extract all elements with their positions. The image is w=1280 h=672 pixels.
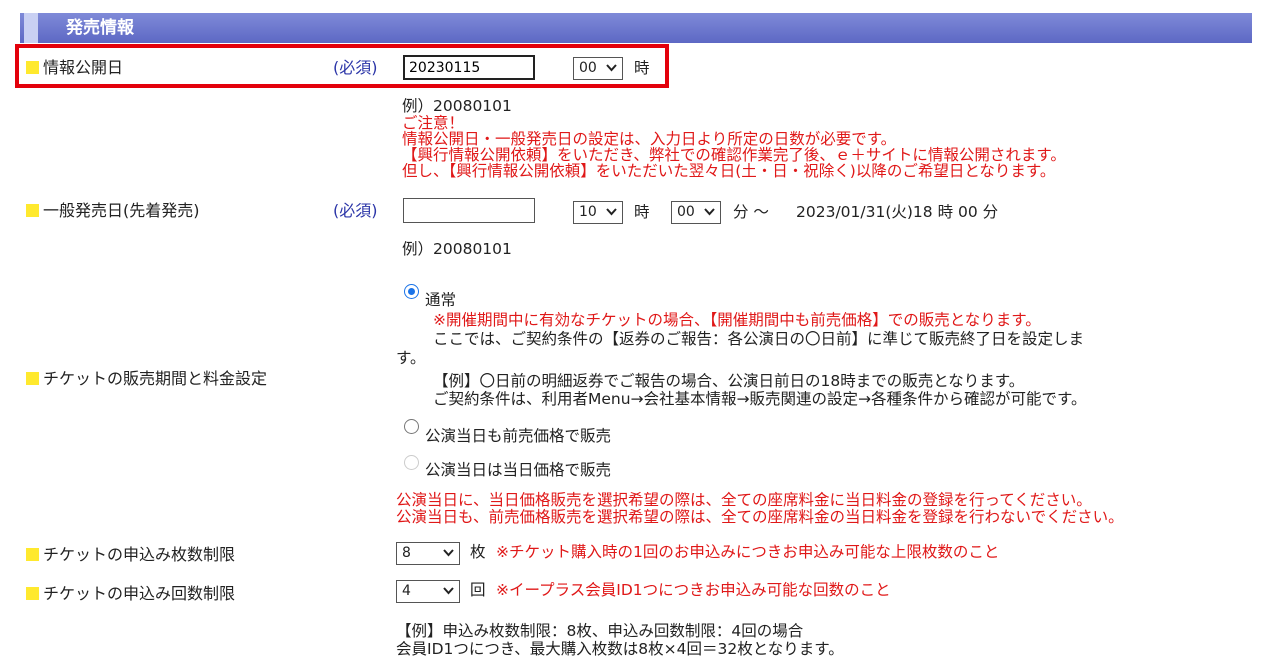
ticket-period-label: チケットの販売期間と料金設定 <box>26 369 267 389</box>
general-sale-required: (必須) <box>333 201 378 221</box>
general-sale-minute-unit: 分 ～ <box>733 202 769 222</box>
info-date-example: 例）20080101 <box>402 96 512 116</box>
radio-advance-price[interactable] <box>404 419 419 434</box>
general-sale-minute-select[interactable]: 00 <box>671 201 721 224</box>
normal-note-red: ※開催期間中に有効なチケットの場合、【開催期間中も前売価格】での販売となります。 <box>433 311 1041 329</box>
bullet-icon <box>26 548 39 561</box>
general-sale-end-text: 2023/01/31(火)18 時 00 分 <box>796 202 998 222</box>
radio-day-price-label: 公演当日は当日価格で販売 <box>425 460 611 480</box>
notice-title: ご注意！ <box>402 115 464 131</box>
radio-normal-label: 通常 <box>425 290 456 310</box>
normal-contract-line: ご契約条件は、利用者Menu→会社基本情報→販売関連の設定→各種条件から確認が可… <box>433 390 1086 408</box>
normal-note-line-wrap: す。 <box>396 349 425 367</box>
header-accent <box>24 13 38 43</box>
general-sale-date-input[interactable] <box>403 198 535 223</box>
bullet-icon <box>26 204 39 217</box>
limit-count-label: チケットの申込み枚数制限 <box>26 545 235 565</box>
limit-count-select[interactable]: 8 <box>396 542 460 565</box>
chevron-down-icon <box>443 546 454 560</box>
notice-line: 【興行情報公開依頼】をいただき、弊社での確認作業完了後、ｅ＋サイトに情報公開され… <box>402 147 1066 163</box>
section-title: 発売情報 <box>66 15 134 41</box>
info-date-hour-select[interactable]: 00 <box>573 57 623 80</box>
normal-example-line: 【例】〇日前の明細返券でご報告の場合、公演日前日の18時までの販売となります。 <box>433 372 1024 390</box>
bottom-example-line: 会員ID1つにつき、最大購入枚数は8枚×4回＝32枚となります。 <box>396 640 844 658</box>
limit-times-select[interactable]: 4 <box>396 580 460 603</box>
notice-line: 情報公開日・一般発売日の設定は、入力日より所定の日数が必要です。 <box>402 131 896 147</box>
chevron-down-icon <box>606 205 617 219</box>
limit-count-note: ※チケット購入時の1回のお申込みにつきお申込み可能な上限枚数のこと <box>496 542 999 562</box>
chevron-down-icon <box>443 584 454 598</box>
normal-note-line: ここでは、ご契約条件の【返券のご報告：各公演日の〇日前】に準じて販売終了日を設定… <box>433 330 1084 348</box>
general-sale-hour-unit: 時 <box>634 202 650 222</box>
chevron-down-icon <box>606 61 617 75</box>
bullet-icon <box>26 61 39 74</box>
info-date-hour-unit: 時 <box>634 58 650 78</box>
warning-line: 公演当日に、当日価格販売を選択希望の際は、全ての座席料金に当日料金の登録を行って… <box>396 492 1092 509</box>
general-sale-hour-select[interactable]: 10 <box>573 201 623 224</box>
warning-line: 公演当日も、前売価格販売を選択希望の際は、全ての座席料金の当日料金を登録を行わな… <box>396 509 1124 526</box>
limit-times-unit: 回 <box>470 580 486 600</box>
bullet-icon <box>26 587 39 600</box>
radio-advance-price-label: 公演当日も前売価格で販売 <box>425 426 611 446</box>
info-date-label: 情報公開日 <box>26 58 123 78</box>
radio-day-price[interactable] <box>404 455 419 470</box>
info-date-input[interactable] <box>403 55 535 80</box>
info-date-required: (必須) <box>333 58 378 78</box>
section-header <box>20 13 1252 43</box>
radio-normal[interactable] <box>404 284 419 299</box>
limit-count-unit: 枚 <box>470 542 486 562</box>
notice-line: 但し、【興行情報公開依頼】をいただいた翌々日(土・日・祝除く)以降のご希望日とな… <box>402 163 1055 179</box>
chevron-down-icon <box>704 205 715 219</box>
limit-times-note: ※イープラス会員ID1つにつきお申込み可能な回数のこと <box>496 580 891 600</box>
bullet-icon <box>26 372 39 385</box>
limit-times-label: チケットの申込み回数制限 <box>26 584 235 604</box>
general-sale-example: 例）20080101 <box>402 239 512 259</box>
general-sale-label: 一般発売日(先着発売) <box>26 201 200 221</box>
bottom-example-line: 【例】申込み枚数制限：8枚、申込み回数制限：4回の場合 <box>396 622 803 640</box>
